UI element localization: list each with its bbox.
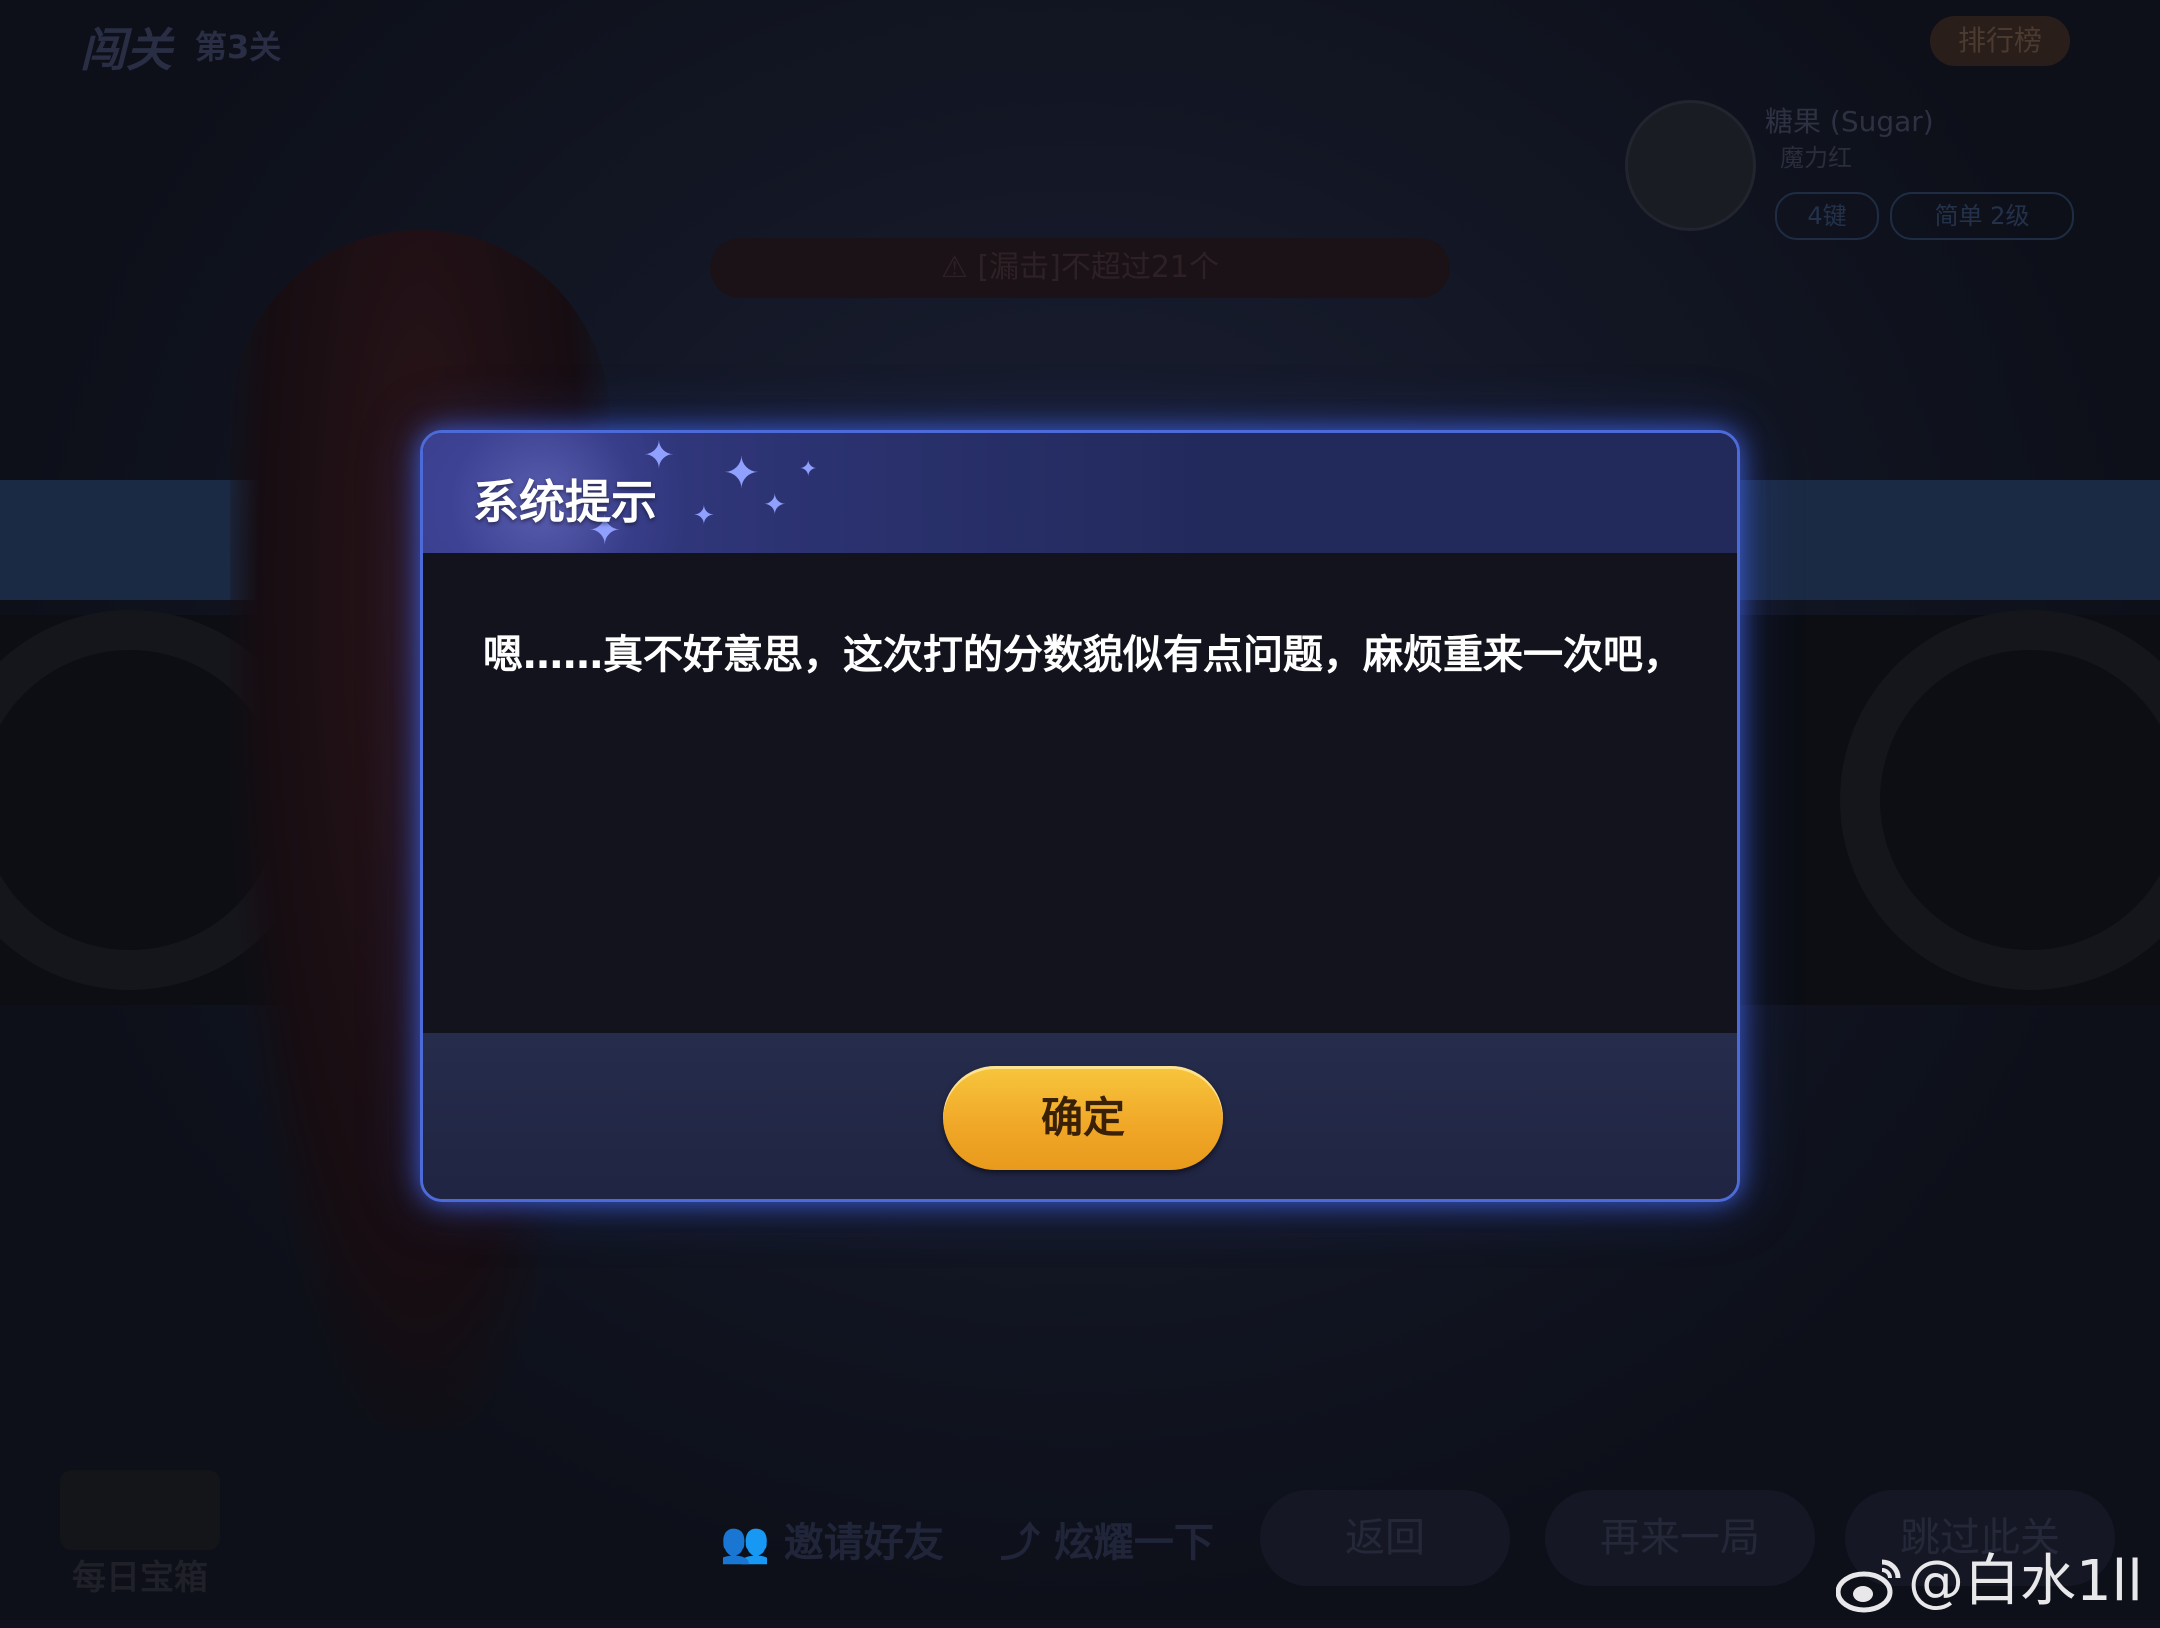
sparkle-icon: ✦: [693, 501, 715, 531]
chest-icon: [60, 1470, 220, 1550]
sparkle-icon: ✦: [723, 448, 760, 499]
share-icon: ⤴: [1000, 1520, 1040, 1566]
daily-chest-button[interactable]: 每日宝箱: [40, 1470, 240, 1598]
mode-logo: 闯关: [80, 23, 172, 77]
retry-button[interactable]: 再来一局: [1545, 1490, 1815, 1586]
sparkle-icon: ✦: [763, 488, 787, 521]
people-icon: 👥: [720, 1520, 770, 1566]
daily-chest-label: 每日宝箱: [72, 1558, 208, 1598]
dialog-header: ✦ ✦ ✦ ✦ ✦ ✦ 系统提示: [423, 433, 1737, 633]
song-title: 糖果 (Sugar): [1765, 105, 1934, 138]
difficulty-badge: 简单 2级: [1890, 192, 2074, 240]
mission-bar: ⚠ [漏击]不超过21个: [710, 238, 1450, 298]
dialog-message: 嗯……真不好意思，这次打的分数貌似有点问题，麻烦重来一次吧，: [483, 632, 1683, 678]
dialog-title: 系统提示: [473, 475, 657, 529]
share-link[interactable]: ⤴ 炫耀一下: [1000, 1510, 1214, 1568]
weibo-icon: [1835, 1556, 1902, 1614]
watermark: @白水1ll: [1835, 1536, 2143, 1617]
confirm-button[interactable]: 确定: [943, 1066, 1223, 1170]
back-button[interactable]: 返回: [1260, 1490, 1510, 1586]
invite-friends-link[interactable]: 👥 邀请好友: [720, 1510, 944, 1568]
level-label: 第3关: [195, 28, 282, 66]
dialog-footer: 确定: [423, 1033, 1737, 1199]
song-artist: 魔力红: [1780, 144, 1852, 172]
watermark-text: @白水1ll: [1908, 1549, 2143, 1614]
system-dialog: ✦ ✦ ✦ ✦ ✦ ✦ 系统提示 嗯……真不好意思，这次打的分数貌似有点问题，麻…: [420, 430, 1740, 1202]
album-art: [1625, 100, 1756, 231]
leaderboard-button[interactable]: 排行榜: [1930, 16, 2070, 66]
sparkle-icon: ✦: [799, 457, 818, 482]
keys-badge: 4键: [1775, 192, 1879, 240]
invite-label: 邀请好友: [783, 1520, 944, 1566]
top-bar: 闯关 第3关 排行榜: [0, 0, 2160, 80]
share-label: 炫耀一下: [1053, 1520, 1214, 1566]
